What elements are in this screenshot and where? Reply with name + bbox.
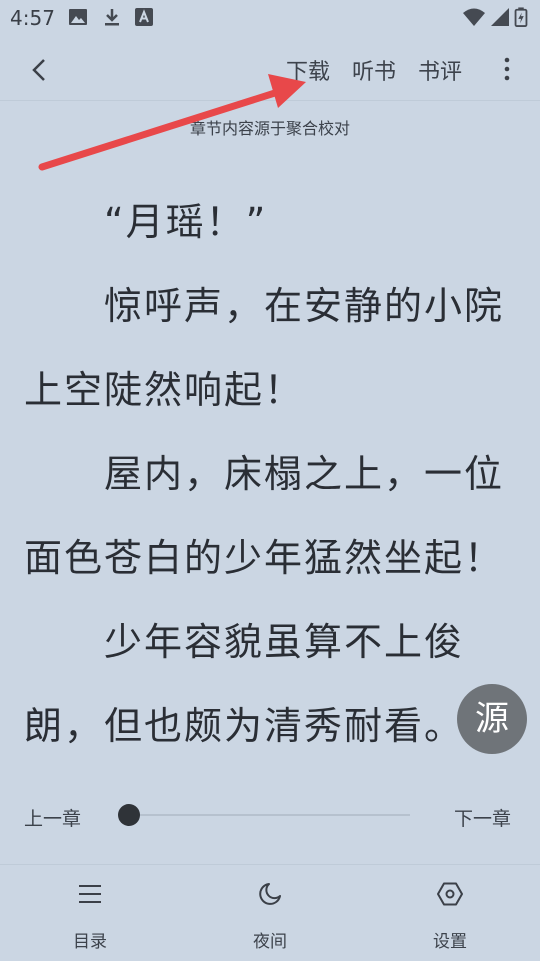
paragraph: 少年容貌虽算不上俊朗，但也颇为清秀耐看。: [24, 620, 465, 748]
prev-chapter-button[interactable]: 上一章: [24, 804, 81, 831]
annotation-arrow-icon: [38, 74, 306, 171]
chapter-progress-track[interactable]: [120, 814, 410, 816]
paragraph: 惊呼声，在安静的小院上空陡然响起！: [24, 284, 505, 412]
tab-night-mode[interactable]: 夜间: [210, 865, 330, 961]
list-icon: [79, 885, 101, 903]
chapter-content: “月瑶！” 惊呼声，在安静的小院上空陡然响起！ 屋内，床榻之上，一位面色苍白的少…: [24, 180, 514, 768]
moon-icon: [259, 883, 281, 905]
chapter-progress-thumb[interactable]: [118, 804, 140, 826]
settings-hexagon-icon: [437, 882, 463, 906]
tab-label: 设置: [433, 932, 467, 952]
tab-settings[interactable]: 设置: [390, 865, 510, 961]
tab-catalog[interactable]: 目录: [30, 865, 150, 961]
tab-label: 目录: [73, 932, 107, 952]
source-button[interactable]: 源: [457, 684, 527, 754]
paragraph: 屋内，床榻之上，一位面色苍白的少年猛然坐起！: [24, 452, 505, 580]
next-chapter-button[interactable]: 下一章: [454, 804, 511, 831]
chapter-nav: 上一章 下一章: [0, 770, 540, 865]
bottom-bar: 目录 夜间 设置: [0, 864, 540, 961]
tab-label: 夜间: [253, 932, 287, 952]
